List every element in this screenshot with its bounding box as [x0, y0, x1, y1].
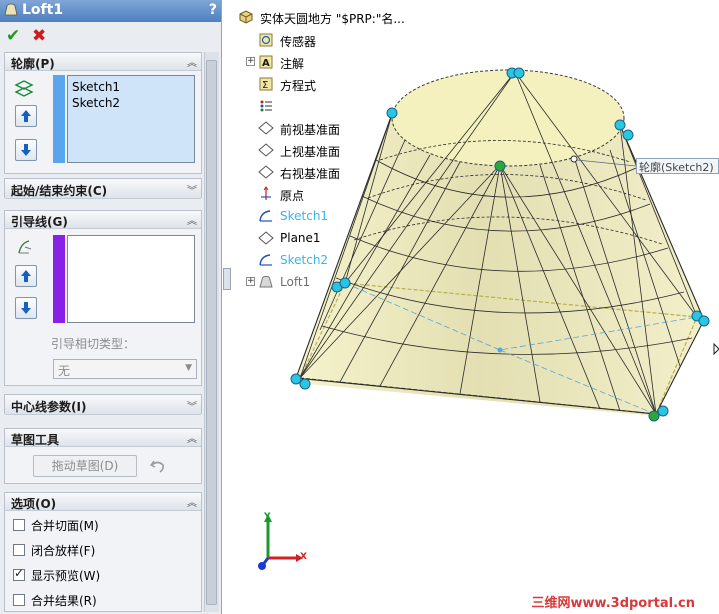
collapse-chevron-icon[interactable]: ︽: [187, 212, 197, 227]
sketch-tools-label: 草图工具: [11, 433, 60, 447]
panel-collapse-handle[interactable]: [223, 268, 231, 290]
tree-item-label: Plane1: [280, 231, 321, 245]
profiles-list[interactable]: Sketch1 Sketch2: [67, 75, 195, 163]
guide-color-bar: [53, 235, 65, 323]
profile-callout-label[interactable]: 轮廓(Sketch2): [636, 158, 719, 174]
guide-tangency-label: 引导相切类型：: [51, 337, 136, 351]
centerline-parameters-label: 中心线参数(I): [11, 400, 87, 414]
checkmark-icon: ✓: [14, 566, 25, 580]
origin-icon: [261, 186, 271, 200]
guide-curves-label: 引导线(G): [11, 215, 68, 229]
tree-item-label: 原点: [280, 189, 305, 203]
list-item[interactable]: Sketch1: [72, 80, 120, 94]
list-item[interactable]: Sketch2: [72, 96, 120, 110]
expand-chevron-icon[interactable]: ︾: [187, 398, 197, 413]
merge-result-checkbox[interactable]: [13, 594, 25, 606]
move-down-button[interactable]: [15, 297, 37, 319]
property-manager-title-bar: Loft1 ?: [0, 0, 221, 22]
triad-y-label: Y: [264, 512, 271, 522]
plane-icon: [258, 231, 274, 245]
profile-color-bar: [53, 75, 65, 163]
sketch-tools-section: 草图工具 ︽ 拖动草图(D): [4, 428, 202, 484]
plane-icon: [258, 143, 274, 157]
arrow-down-icon: [21, 302, 31, 314]
tree-item-label: Sketch1: [280, 209, 329, 223]
loft-icon: [259, 275, 273, 288]
options-label: 选项(O): [11, 497, 57, 511]
collapse-chevron-icon[interactable]: ︽: [187, 54, 197, 69]
help-button[interactable]: ?: [209, 2, 217, 18]
arrow-up-icon: [21, 110, 31, 122]
undo-sketch-drag-icon[interactable]: [149, 457, 167, 475]
tree-item-label: 方程式: [280, 79, 317, 93]
equation-icon: Σ: [259, 77, 273, 91]
material-icon: [260, 100, 272, 112]
guide-curves-section: 引导线(G) ︽ 引导相切类型： 无 ▼: [4, 210, 202, 386]
profiles-section-header[interactable]: 轮廓(P) ︽: [5, 53, 201, 71]
sketch-tools-header[interactable]: 草图工具 ︽: [5, 429, 201, 447]
guide-tangency-select[interactable]: 无 ▼: [53, 359, 197, 379]
collapse-chevron-icon[interactable]: ︽: [187, 430, 197, 445]
feature-title: Loft1: [22, 2, 64, 18]
expand-icon[interactable]: +: [246, 277, 255, 286]
centerline-parameters-section: 中心线参数(I) ︾: [4, 394, 202, 415]
sketch-icon: [259, 254, 272, 266]
part-icon: [239, 10, 253, 24]
profiles-section-label: 轮廓(P): [11, 57, 55, 71]
start-end-constraints-section: 起始/结束约束(C) ︾: [4, 178, 202, 199]
start-end-constraints-label: 起始/结束约束(C): [11, 184, 108, 198]
feature-tree: 实体天圆地方 "$PRP:"名... 传感器 + A 注解 Σ 方程式 前视基准…: [232, 0, 432, 300]
guide-curve-icon: [18, 240, 32, 254]
profiles-section: 轮廓(P) ︽ Sketch1 Sketch2: [4, 52, 202, 174]
show-preview-label: 显示预览(W): [31, 569, 101, 583]
tree-item-label: 传感器: [280, 35, 317, 49]
loft-feature-icon: [4, 3, 18, 16]
ok-button[interactable]: ✔: [6, 26, 20, 46]
merge-result-label: 合并结果(R): [31, 594, 97, 608]
move-down-button[interactable]: [15, 139, 37, 161]
scrollbar-thumb[interactable]: [206, 60, 217, 605]
guide-curves-list[interactable]: [67, 235, 195, 323]
merge-tangent-faces-label: 合并切面(M): [31, 519, 99, 533]
start-end-constraints-header[interactable]: 起始/结束约束(C) ︾: [5, 179, 201, 199]
property-manager: Loft1 ? ✔ ✖ 轮廓(P) ︽ Sketch1 Sketch2 起始/结…: [0, 0, 222, 614]
close-loft-label: 闭合放样(F): [31, 544, 96, 558]
expand-chevron-icon[interactable]: ︾: [187, 182, 197, 197]
move-up-button[interactable]: [15, 105, 37, 127]
close-loft-checkbox[interactable]: [13, 544, 25, 556]
svg-text:Σ: Σ: [262, 80, 268, 91]
collapse-chevron-icon[interactable]: ︽: [187, 494, 197, 509]
arrow-up-icon: [21, 270, 31, 282]
guide-curves-header[interactable]: 引导线(G) ︽: [5, 211, 201, 229]
expand-icon[interactable]: +: [246, 57, 255, 66]
tree-item-label: 注解: [280, 57, 305, 71]
tree-item-label: 上视基准面: [280, 145, 341, 159]
show-preview-checkbox[interactable]: ✓: [13, 566, 25, 581]
annotation-icon: A: [259, 55, 273, 69]
tree-item-label: Loft1: [280, 275, 311, 289]
tree-item-label: 右视基准面: [280, 167, 341, 181]
options-section: 选项(O) ︽ 合并切面(M) 闭合放样(F) ✓ 显示预览(W) 合并结果(R…: [4, 492, 202, 612]
dropdown-arrow-icon: ▼: [185, 363, 192, 373]
triad-x-label: X: [300, 552, 307, 562]
profile-selection-icon: [14, 80, 34, 97]
tree-item-label: 前视基准面: [280, 123, 341, 137]
options-header[interactable]: 选项(O) ︽: [5, 493, 201, 511]
tree-item-label: Sketch2: [280, 253, 329, 267]
centerline-parameters-header[interactable]: 中心线参数(I) ︾: [5, 395, 201, 415]
guide-tangency-value: 无: [58, 364, 71, 378]
tree-root-label: 实体天圆地方 "$PRP:"名...: [260, 12, 405, 26]
arrow-down-icon: [21, 144, 31, 156]
cancel-button[interactable]: ✖: [32, 26, 46, 46]
drag-sketch-button[interactable]: 拖动草图(D): [33, 455, 137, 477]
svg-text:A: A: [262, 58, 270, 69]
merge-tangent-faces-checkbox[interactable]: [13, 519, 25, 531]
move-up-button[interactable]: [15, 265, 37, 287]
plane-icon: [258, 165, 274, 179]
sketch-icon: [259, 210, 272, 222]
property-manager-scrollbar[interactable]: [204, 52, 219, 612]
watermark-text: 三维网www.3dportal.cn: [531, 596, 695, 611]
sensor-icon: [259, 33, 273, 47]
plane-icon: [258, 121, 274, 135]
